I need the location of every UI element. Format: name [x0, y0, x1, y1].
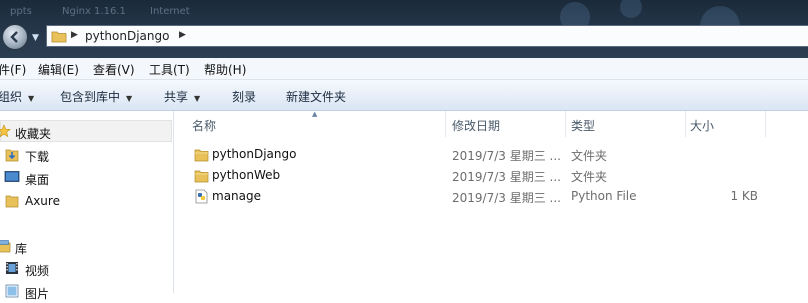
menu-file[interactable]: 件(F): [0, 61, 26, 78]
breadcrumb-separator[interactable]: ▶: [179, 30, 186, 40]
file-name: pythonDjango: [212, 147, 297, 161]
file-type: 文件夹: [571, 149, 608, 163]
menu-help[interactable]: 帮助(H): [204, 61, 246, 78]
nav-item-desktop[interactable]: 桌面: [0, 167, 172, 189]
folder-icon: [194, 149, 209, 162]
burn-label: 刻录: [232, 90, 257, 104]
folder-icon: [51, 31, 67, 43]
column-header-label: 类型: [571, 119, 596, 133]
favorites-star-icon: [0, 124, 11, 138]
nav-item-axure[interactable]: Axure: [0, 190, 172, 212]
file-name: pythonWeb: [212, 168, 281, 182]
menu-edit[interactable]: 编辑(E): [38, 61, 79, 78]
video-library-icon: [6, 262, 18, 274]
file-date: 2019/7/3 星期三 ...: [452, 149, 561, 163]
share-label: 共享: [164, 90, 189, 104]
file-name: manage: [212, 189, 262, 203]
share-button[interactable]: 共享 ▼: [164, 88, 200, 105]
file-size: 1 KB: [730, 189, 758, 203]
new-folder-button[interactable]: 新建文件夹: [286, 88, 346, 105]
menu-tools[interactable]: 工具(T): [149, 61, 190, 78]
nav-item-libraries[interactable]: 库: [0, 236, 172, 258]
nav-item-label: 视频: [25, 264, 50, 278]
arrow-back-icon: [10, 31, 18, 43]
navigation-buttons: ▼: [2, 24, 46, 50]
menu-view[interactable]: 查看(V): [93, 61, 135, 78]
address-bar[interactable]: ▶ pythonDjango ▶: [46, 25, 808, 47]
nav-item-videos[interactable]: 视频: [0, 258, 172, 280]
desktop-icon: [4, 171, 20, 182]
download-folder-icon: [5, 149, 19, 162]
column-header-label: 修改日期: [452, 119, 501, 133]
nav-item-label: 库: [15, 242, 28, 256]
folder-icon: [5, 195, 19, 208]
breadcrumb-item[interactable]: pythonDjango: [85, 29, 169, 43]
column-divider[interactable]: [765, 111, 766, 137]
include-in-library-label: 包含到库中: [60, 90, 121, 104]
column-header-label: 名称: [192, 119, 217, 133]
column-header-size[interactable]: 大小: [672, 111, 765, 137]
file-list: ▲ 名称 修改日期 类型 大小 pythonDjango 2019/7/3 星期…: [174, 110, 808, 293]
new-folder-label: 新建文件夹: [286, 90, 347, 104]
nav-item-pictures[interactable]: 图片: [0, 281, 172, 303]
organize-label: 组织: [0, 90, 23, 104]
file-type: Python File: [571, 189, 637, 203]
navigation-pane: 收藏夹 下载 桌面 Axure 库 视频 图片: [0, 111, 174, 301]
command-bar: 组织 ▼ 包含到库中 ▼ 共享 ▼ 刻录 新建文件夹: [0, 80, 808, 111]
menu-bar: 件(F) 编辑(E) 查看(V) 工具(T) 帮助(H): [0, 58, 808, 80]
background-decoration: [620, 0, 642, 18]
nav-item-downloads[interactable]: 下载: [0, 144, 172, 166]
file-date: 2019/7/3 星期三 ...: [452, 170, 561, 184]
chevron-down-icon: ▼: [126, 94, 133, 103]
file-date: 2019/7/3 星期三 ...: [452, 191, 561, 205]
burn-button[interactable]: 刻录: [232, 88, 256, 105]
python-file-icon: [195, 189, 208, 204]
file-row[interactable]: pythonDjango 2019/7/3 星期三 ... 文件夹: [174, 144, 808, 165]
nav-item-label: 图片: [25, 287, 50, 301]
organize-button[interactable]: 组织 ▼: [0, 88, 34, 105]
column-header-name[interactable]: 名称: [174, 111, 445, 137]
chevron-down-icon: ▼: [28, 94, 35, 103]
column-header-type[interactable]: 类型: [553, 111, 685, 137]
breadcrumb-separator[interactable]: ▶: [71, 30, 78, 40]
folder-icon: [194, 170, 209, 183]
recent-pages-dropdown[interactable]: ▼: [32, 33, 39, 43]
nav-item-favorites[interactable]: 收藏夹: [0, 120, 172, 142]
library-icon: [0, 240, 11, 253]
file-row[interactable]: pythonWeb 2019/7/3 星期三 ... 文件夹: [174, 165, 808, 186]
nav-item-label: 下载: [25, 150, 50, 164]
chevron-down-icon: ▼: [194, 94, 201, 103]
include-in-library-button[interactable]: 包含到库中 ▼: [60, 88, 132, 105]
nav-item-label: 桌面: [25, 173, 50, 187]
file-row[interactable]: manage 2019/7/3 星期三 ... Python File 1 KB: [174, 186, 808, 207]
picture-library-icon: [5, 284, 19, 298]
nav-item-label: Axure: [25, 194, 60, 208]
column-header-date[interactable]: 修改日期: [434, 111, 565, 137]
back-button[interactable]: [2, 24, 28, 50]
column-header-label: 大小: [690, 119, 715, 133]
window-header: ppts Nginx 1.16.1 Internet ▼ ▶ pythonDja…: [0, 0, 808, 58]
file-type: 文件夹: [571, 170, 608, 184]
nav-item-label: 收藏夹: [15, 127, 52, 141]
